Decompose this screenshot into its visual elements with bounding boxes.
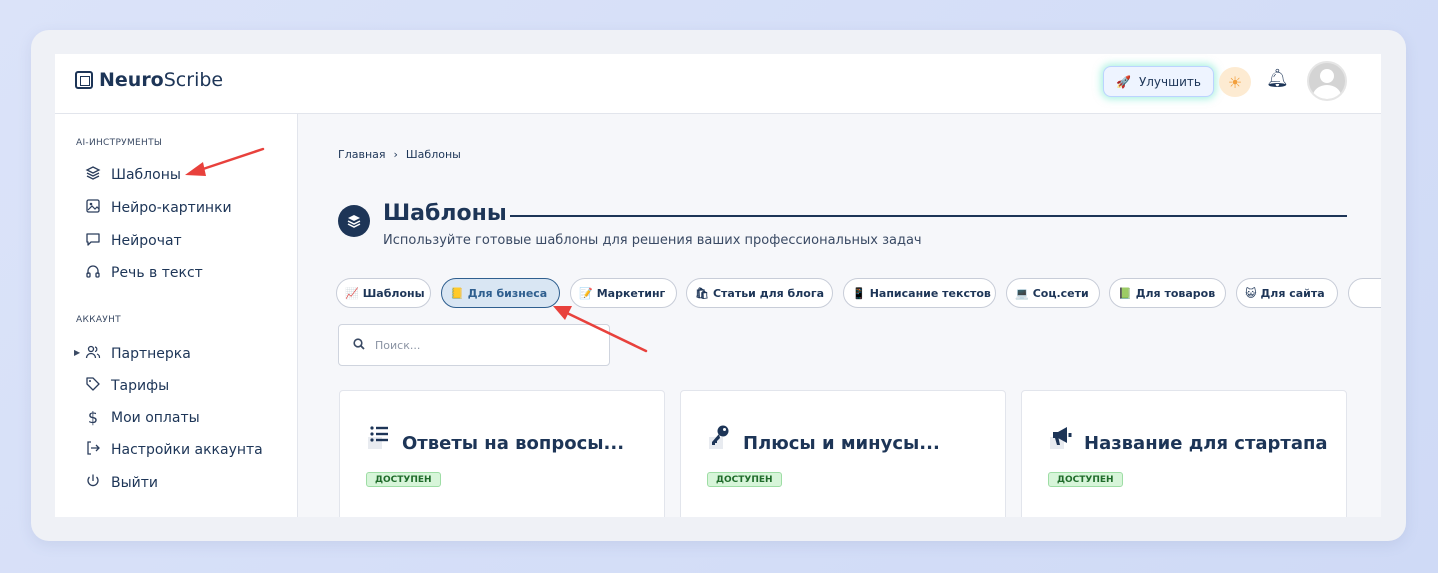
key-icon xyxy=(709,425,731,454)
dollar-icon: $ xyxy=(87,408,99,427)
tag-text-writing[interactable]: 📱 Написание текстов xyxy=(843,278,996,308)
logo[interactable]: NeuroScribe xyxy=(75,69,223,91)
sidebar-item-my-payments[interactable]: $ Мои оплаты xyxy=(85,408,200,427)
status-badge: ДОСТУПЕН xyxy=(1048,472,1123,487)
tag-label: Написание текстов xyxy=(869,286,991,300)
chart-icon: 📈 xyxy=(345,286,359,300)
templates-title-icon xyxy=(338,205,370,237)
memo-icon: 📝 xyxy=(579,286,593,300)
breadcrumb-home-link[interactable]: Главная xyxy=(338,148,386,161)
sidebar-item-speech-to-text[interactable]: Речь в текст xyxy=(85,263,203,283)
sidebar-item-neuro-images[interactable]: Нейро-картинки xyxy=(85,198,232,218)
breadcrumb-separator: › xyxy=(393,148,398,161)
card-title: Ответы на вопросы... xyxy=(402,433,625,454)
tag-label: Для бизнеса xyxy=(467,286,548,300)
tag-business[interactable]: 📒 Для бизнеса xyxy=(441,278,560,308)
tag-label: Соц.сети xyxy=(1032,286,1089,300)
theme-toggle-button[interactable]: ☀ xyxy=(1219,67,1251,97)
section-label-ai-tools: AI-ИНСТРУМЕНТЫ xyxy=(76,138,163,148)
section-label-account: АККАУНТ xyxy=(76,315,121,325)
page-subtitle: Используйте готовые шаблоны для решения … xyxy=(383,233,922,248)
sidebar-item-label: Выйти xyxy=(111,475,159,491)
breadcrumb: Главная › Шаблоны xyxy=(338,148,461,161)
screenshot-frame: NeuroScribe 🚀 Улучшить ☀ 🔔︎ AI-ИНСТРУМЕН… xyxy=(31,30,1406,541)
sidebar-item-label: Партнерка xyxy=(111,346,191,362)
tag-label: Для товаров xyxy=(1135,286,1216,300)
green-book-icon: 📗 xyxy=(1118,286,1132,300)
notebook-icon: 📒 xyxy=(450,286,464,300)
users-icon xyxy=(85,344,101,364)
tag-website[interactable]: 😺 Для сайта xyxy=(1236,278,1338,308)
status-badge: ДОСТУПЕН xyxy=(707,472,782,487)
sidebar-item-label: Мои оплаты xyxy=(111,409,200,426)
sidebar-item-label: Тарифы xyxy=(111,378,170,394)
sidebar-item-label: Нейро-картинки xyxy=(111,200,232,216)
tag-label: Статьи для блога xyxy=(712,286,825,300)
notifications-bell-icon[interactable]: 🔔︎ xyxy=(1266,68,1289,89)
sidebar: AI-ИНСТРУМЕНТЫ Шаблоны Нейро-картинки Не… xyxy=(55,114,298,517)
sidebar-item-account-settings[interactable]: Настройки аккаунта xyxy=(85,440,263,460)
tag-icon xyxy=(85,376,101,396)
expand-caret-icon[interactable]: ▶ xyxy=(74,348,80,357)
headphones-icon xyxy=(85,263,101,283)
tag-social-media[interactable]: 💻 Соц.сети xyxy=(1006,278,1100,308)
tag-more[interactable] xyxy=(1348,278,1381,308)
top-header: NeuroScribe 🚀 Улучшить ☀ 🔔︎ xyxy=(55,54,1381,114)
sidebar-item-label: Нейрочат xyxy=(111,233,182,249)
laptop-icon: 💻 xyxy=(1015,286,1029,300)
page-title: Шаблоны xyxy=(383,201,507,226)
megaphone-icon xyxy=(1050,425,1074,454)
list-icon xyxy=(368,425,390,454)
title-divider xyxy=(510,215,1347,217)
sidebar-item-neurochat[interactable]: Нейрочат xyxy=(85,231,182,251)
sidebar-item-label: Настройки аккаунта xyxy=(111,442,263,458)
shopping-bags-icon: 🛍 xyxy=(695,286,709,300)
card-title: Плюсы и минусы... xyxy=(743,433,940,454)
sidebar-item-label: Речь в текст xyxy=(111,265,203,281)
phone-icon: 📱 xyxy=(852,286,866,300)
tag-label: Для сайта xyxy=(1260,286,1325,300)
rocket-icon: 🚀 xyxy=(1116,74,1131,89)
card-title: Название для стартапа xyxy=(1084,433,1328,454)
upgrade-label: Улучшить xyxy=(1138,74,1201,89)
chat-icon xyxy=(85,231,101,251)
template-card[interactable]: Ответы на вопросы... ДОСТУПЕН xyxy=(339,390,665,517)
search-input[interactable] xyxy=(375,338,595,352)
logo-icon xyxy=(75,71,93,89)
tag-templates[interactable]: 📈 Шаблоны xyxy=(336,278,431,308)
app-window: NeuroScribe 🚀 Улучшить ☀ 🔔︎ AI-ИНСТРУМЕН… xyxy=(55,54,1381,517)
sidebar-item-tariffs[interactable]: Тарифы xyxy=(85,376,169,396)
category-tags: 📈 Шаблоны 📒 Для бизнеса 📝 Маркетинг 🛍 Ст… xyxy=(336,278,1381,308)
cat-face-icon: 😺 xyxy=(1245,286,1257,300)
sidebar-item-label: Шаблоны xyxy=(111,167,181,183)
search-box xyxy=(338,324,610,366)
tag-label: Маркетинг xyxy=(596,286,666,300)
sun-icon: ☀ xyxy=(1227,72,1243,92)
tag-label: Шаблоны xyxy=(362,286,425,300)
search-icon xyxy=(353,337,365,353)
template-card[interactable]: Плюсы и минусы... ДОСТУПЕН xyxy=(680,390,1006,517)
tag-marketing[interactable]: 📝 Маркетинг xyxy=(570,278,677,308)
upgrade-button[interactable]: 🚀 Улучшить xyxy=(1103,66,1214,97)
status-badge: ДОСТУПЕН xyxy=(366,472,441,487)
tag-blog-articles[interactable]: 🛍 Статьи для блога xyxy=(686,278,833,308)
image-icon xyxy=(85,198,101,218)
logo-text: NeuroScribe xyxy=(99,69,224,91)
breadcrumb-current: Шаблоны xyxy=(405,148,461,161)
sidebar-item-partner[interactable]: Партнерка xyxy=(85,344,191,364)
sidebar-item-templates[interactable]: Шаблоны xyxy=(85,165,181,185)
template-card[interactable]: Название для стартапа ДОСТУПЕН xyxy=(1021,390,1347,517)
tag-products[interactable]: 📗 Для товаров xyxy=(1109,278,1226,308)
settings-exit-icon xyxy=(85,440,101,460)
layers-icon xyxy=(85,165,101,185)
power-icon xyxy=(85,473,101,493)
sidebar-item-logout[interactable]: Выйти xyxy=(85,473,158,493)
user-avatar[interactable] xyxy=(1307,61,1347,101)
